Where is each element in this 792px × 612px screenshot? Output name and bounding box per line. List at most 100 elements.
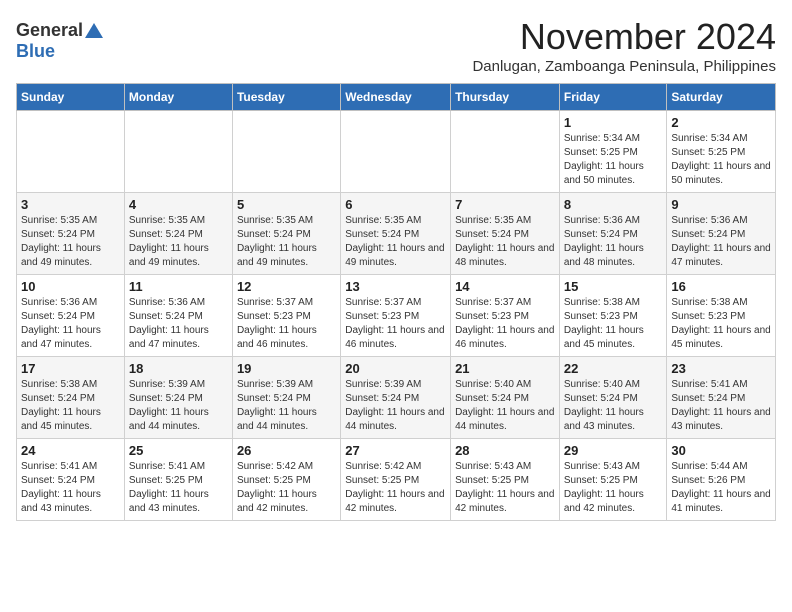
day-cell: 16Sunrise: 5:38 AM Sunset: 5:23 PM Dayli… (667, 275, 776, 357)
day-number: 24 (21, 443, 120, 458)
day-cell: 25Sunrise: 5:41 AM Sunset: 5:25 PM Dayli… (124, 439, 232, 521)
day-number: 21 (455, 361, 555, 376)
day-number: 13 (345, 279, 446, 294)
day-number: 30 (671, 443, 771, 458)
day-number: 12 (237, 279, 336, 294)
logo-blue-text: Blue (16, 41, 55, 61)
day-cell: 18 Sunrise: 5:39 AM Sunset: 5:24 PM Dayli… (124, 357, 232, 439)
day-info: Sunrise: 5:35 AM Sunset: 5:24 PM Dayligh… (237, 214, 336, 270)
day-info: Sunrise: 5:37 AM Sunset: 5:23 PM Dayligh… (455, 296, 555, 352)
calendar-header: SundayMondayTuesdayWednesdayThursdayFrid… (17, 84, 776, 111)
day-cell: 23 Sunrise: 5:41 AM Sunset: 5:24 PM Dayli… (667, 357, 776, 439)
day-cell: 30 Sunrise: 5:44 AM Sunset: 5:26 PM Dayli… (667, 439, 776, 521)
day-number: 17 (21, 361, 120, 376)
day-cell: 5 Sunrise: 5:35 AM Sunset: 5:24 PM Daylig… (232, 193, 340, 275)
day-info: Sunrise: 5:35 AM Sunset: 5:24 PM Dayligh… (129, 214, 228, 270)
day-info: Sunrise: 5:37 AM Sunset: 5:23 PM Dayligh… (237, 296, 336, 352)
day-info: Sunrise: 5:36 AM Sunset: 5:24 PM Dayligh… (564, 214, 663, 270)
day-info: Sunrise: 5:34 AM Sunset: 5:25 PM Dayligh… (564, 132, 663, 188)
day-number: 14 (455, 279, 555, 294)
header-thursday: Thursday (451, 84, 560, 111)
day-number: 6 (345, 197, 446, 212)
day-cell: 20 Sunrise: 5:39 AM Sunset: 5:24 PM Dayli… (341, 357, 451, 439)
location-subtitle: Danlugan, Zamboanga Peninsula, Philippin… (472, 58, 776, 75)
day-cell: 7Sunrise: 5:35 AM Sunset: 5:24 PM Daylig… (451, 193, 560, 275)
day-cell: 27Sunrise: 5:42 AM Sunset: 5:25 PM Dayli… (341, 439, 451, 521)
day-info: Sunrise: 5:39 AM Sunset: 5:24 PM Dayligh… (345, 378, 446, 434)
day-number: 28 (455, 443, 555, 458)
day-cell: 21 Sunrise: 5:40 AM Sunset: 5:24 PM Dayli… (451, 357, 560, 439)
day-cell (451, 111, 560, 193)
month-title: November 2024 (472, 16, 776, 58)
header-wednesday: Wednesday (341, 84, 451, 111)
logo-triangle-icon (85, 23, 103, 38)
day-number: 4 (129, 197, 228, 212)
day-cell (17, 111, 125, 193)
logo: General Blue (16, 16, 103, 62)
day-info: Sunrise: 5:34 AM Sunset: 5:25 PM Dayligh… (671, 132, 771, 188)
day-cell (232, 111, 340, 193)
day-number: 20 (345, 361, 446, 376)
day-cell: 2 Sunrise: 5:34 AM Sunset: 5:25 PM Daylig… (667, 111, 776, 193)
header-sunday: Sunday (17, 84, 125, 111)
day-number: 15 (564, 279, 663, 294)
page-header: General Blue November 2024 Danlugan, Zam… (16, 16, 776, 75)
day-number: 11 (129, 279, 228, 294)
day-info: Sunrise: 5:35 AM Sunset: 5:24 PM Dayligh… (21, 214, 120, 270)
week-row-2: 10 Sunrise: 5:36 AM Sunset: 5:24 PM Dayli… (17, 275, 776, 357)
day-cell: 22Sunrise: 5:40 AM Sunset: 5:24 PM Dayli… (559, 357, 667, 439)
day-cell: 10 Sunrise: 5:36 AM Sunset: 5:24 PM Dayli… (17, 275, 125, 357)
day-info: Sunrise: 5:37 AM Sunset: 5:23 PM Dayligh… (345, 296, 446, 352)
day-cell: 9Sunrise: 5:36 AM Sunset: 5:24 PM Daylig… (667, 193, 776, 275)
header-tuesday: Tuesday (232, 84, 340, 111)
day-info: Sunrise: 5:36 AM Sunset: 5:24 PM Dayligh… (671, 214, 771, 270)
day-cell: 13 Sunrise: 5:37 AM Sunset: 5:23 PM Dayli… (341, 275, 451, 357)
title-area: November 2024 Danlugan, Zamboanga Penins… (472, 16, 776, 75)
day-info: Sunrise: 5:38 AM Sunset: 5:23 PM Dayligh… (564, 296, 663, 352)
logo-general-text: General (16, 20, 83, 41)
day-cell: 15 Sunrise: 5:38 AM Sunset: 5:23 PM Dayli… (559, 275, 667, 357)
day-info: Sunrise: 5:44 AM Sunset: 5:26 PM Dayligh… (671, 460, 771, 516)
day-info: Sunrise: 5:43 AM Sunset: 5:25 PM Dayligh… (455, 460, 555, 516)
day-info: Sunrise: 5:35 AM Sunset: 5:24 PM Dayligh… (345, 214, 446, 270)
day-cell (341, 111, 451, 193)
day-number: 2 (671, 115, 771, 130)
week-row-4: 24 Sunrise: 5:41 AM Sunset: 5:24 PM Dayli… (17, 439, 776, 521)
day-cell: 29Sunrise: 5:43 AM Sunset: 5:25 PM Dayli… (559, 439, 667, 521)
day-cell: 11 Sunrise: 5:36 AM Sunset: 5:24 PM Dayli… (124, 275, 232, 357)
day-info: Sunrise: 5:36 AM Sunset: 5:24 PM Dayligh… (21, 296, 120, 352)
day-number: 8 (564, 197, 663, 212)
day-cell: 8 Sunrise: 5:36 AM Sunset: 5:24 PM Daylig… (559, 193, 667, 275)
day-number: 18 (129, 361, 228, 376)
day-cell (124, 111, 232, 193)
day-number: 22 (564, 361, 663, 376)
day-number: 10 (21, 279, 120, 294)
day-number: 26 (237, 443, 336, 458)
week-row-0: 1 Sunrise: 5:34 AM Sunset: 5:25 PM Daylig… (17, 111, 776, 193)
day-cell: 24 Sunrise: 5:41 AM Sunset: 5:24 PM Dayli… (17, 439, 125, 521)
day-cell: 14 Sunrise: 5:37 AM Sunset: 5:23 PM Dayli… (451, 275, 560, 357)
day-cell: 19 Sunrise: 5:39 AM Sunset: 5:24 PM Dayli… (232, 357, 340, 439)
day-cell: 12 Sunrise: 5:37 AM Sunset: 5:23 PM Dayli… (232, 275, 340, 357)
day-info: Sunrise: 5:40 AM Sunset: 5:24 PM Dayligh… (455, 378, 555, 434)
header-friday: Friday (559, 84, 667, 111)
header-row: SundayMondayTuesdayWednesdayThursdayFrid… (17, 84, 776, 111)
day-number: 7 (455, 197, 555, 212)
day-info: Sunrise: 5:36 AM Sunset: 5:24 PM Dayligh… (129, 296, 228, 352)
day-number: 23 (671, 361, 771, 376)
day-number: 5 (237, 197, 336, 212)
day-info: Sunrise: 5:41 AM Sunset: 5:24 PM Dayligh… (21, 460, 120, 516)
day-info: Sunrise: 5:39 AM Sunset: 5:24 PM Dayligh… (237, 378, 336, 434)
header-monday: Monday (124, 84, 232, 111)
day-number: 1 (564, 115, 663, 130)
day-info: Sunrise: 5:42 AM Sunset: 5:25 PM Dayligh… (237, 460, 336, 516)
day-info: Sunrise: 5:41 AM Sunset: 5:24 PM Dayligh… (671, 378, 771, 434)
day-cell: 1 Sunrise: 5:34 AM Sunset: 5:25 PM Daylig… (559, 111, 667, 193)
week-row-3: 17Sunrise: 5:38 AM Sunset: 5:24 PM Dayli… (17, 357, 776, 439)
day-info: Sunrise: 5:38 AM Sunset: 5:23 PM Dayligh… (671, 296, 771, 352)
day-info: Sunrise: 5:39 AM Sunset: 5:24 PM Dayligh… (129, 378, 228, 434)
day-number: 19 (237, 361, 336, 376)
calendar-body: 1 Sunrise: 5:34 AM Sunset: 5:25 PM Daylig… (17, 111, 776, 521)
day-number: 25 (129, 443, 228, 458)
day-number: 27 (345, 443, 446, 458)
